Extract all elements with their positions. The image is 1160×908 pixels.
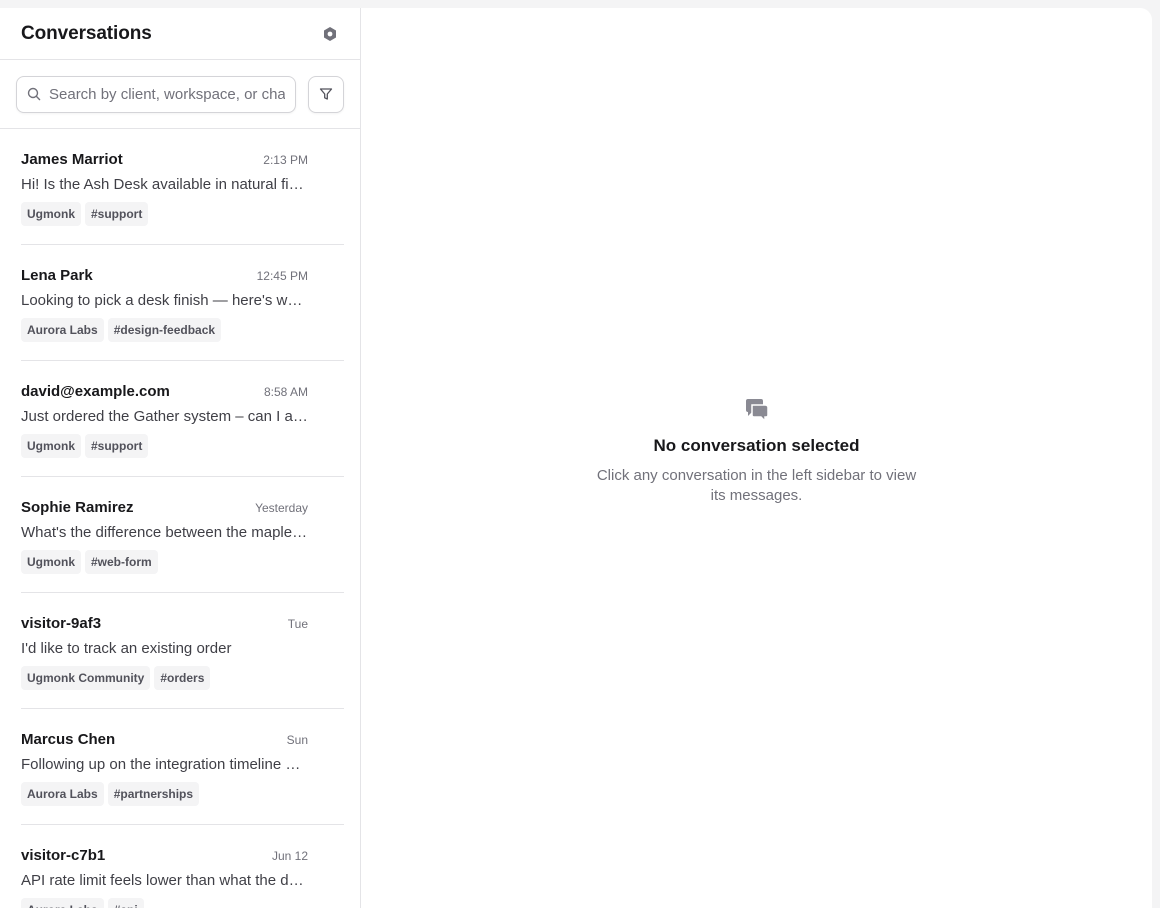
conversation-header: James Marriot 2:13 PM (21, 151, 344, 168)
conversation-time: 2:13 PM (263, 153, 308, 167)
sidebar: Conversations Search by client, workspac… (0, 8, 361, 908)
conversation-preview: API rate limit feels lower than what the… (21, 872, 308, 889)
empty-state-title: No conversation selected (653, 436, 860, 455)
channel-tag: #orders (154, 666, 211, 690)
chat-bubbles-icon (743, 398, 771, 424)
conversation-tags: Ugmonk #support (21, 202, 344, 226)
conversation-name: James Marriot (21, 151, 123, 168)
search-icon (27, 87, 41, 101)
filter-icon (319, 88, 333, 100)
channel-tag: #partnerships (107, 782, 200, 806)
workspace-tag: Ugmonk Community (21, 666, 151, 690)
conversation-header: visitor-9af3 Tue (21, 615, 344, 632)
channel-tag: #support (85, 434, 149, 458)
workspace-tag: Ugmonk (21, 202, 81, 226)
conversation-preview: I'd like to track an existing order (21, 640, 232, 657)
search-row (0, 60, 360, 129)
empty-state: No conversation selected Click any conve… (361, 398, 1152, 506)
channel-tag: #web-form (85, 550, 158, 574)
app-window: Conversations Search by client, workspac… (0, 8, 1152, 908)
sidebar-header: Conversations (0, 8, 360, 60)
conversation-name: Marcus Chen (21, 731, 116, 748)
channel-tag: #support (85, 202, 149, 226)
conversation-name: visitor-9af3 (21, 615, 102, 632)
conversation-header: Marcus Chen Sun (21, 731, 344, 748)
conversation-header: Sophie Ramirez Yesterday (21, 499, 344, 516)
workspace-tag: Ugmonk (21, 434, 81, 458)
conversation-item[interactable]: visitor-9af3 Tue I'd like to track an exis… (21, 593, 344, 709)
conversation-item[interactable]: Sophie Ramirez Yesterday What's the differ… (21, 477, 344, 593)
conversation-time: 8:58 AM (263, 385, 308, 399)
channel-tag: #design-feedback (107, 318, 222, 342)
conversation-preview: Following up on the integration timeline… (21, 756, 308, 773)
workspace-tag: Aurora Labs (21, 318, 104, 342)
conversation-tags: Ugmonk #support (21, 434, 344, 458)
conversation-header: Lena Park 12:45 PM (21, 267, 344, 284)
search-box[interactable] (16, 75, 296, 113)
sidebar-title: Conversations (21, 22, 152, 44)
conversation-preview: Looking to pick a desk finish — here's w… (21, 292, 308, 309)
conversation-preview: Just ordered the Gather system – can I a… (21, 408, 308, 425)
conversation-name: david@example.com (21, 383, 170, 400)
filter-button[interactable] (308, 75, 344, 113)
workspace-tag: Ugmonk (21, 550, 81, 574)
conversation-item[interactable]: Marcus Chen Sun Following up on the integr… (21, 709, 344, 825)
conversation-time: Yesterday (255, 501, 308, 515)
conversation-tags: Ugmonk #web-form (21, 550, 344, 574)
workspace-tag: Aurora Labs (21, 782, 104, 806)
conversation-item[interactable]: visitor-c7b1 Jun 12 API rate limit feels l… (21, 825, 344, 908)
conversation-tags: Aurora Labs #design-feedback (21, 318, 344, 342)
conversation-item[interactable]: James Marriot 2:13 PM Hi! Is the Ash Desk … (21, 129, 344, 245)
conversation-list: James Marriot 2:13 PM Hi! Is the Ash Desk … (0, 129, 360, 908)
search-input[interactable] (49, 85, 285, 103)
conversation-name: Sophie Ramirez (21, 499, 134, 516)
conversation-name: Lena Park (21, 267, 93, 284)
gear-icon[interactable] (320, 24, 340, 44)
conversation-item[interactable]: david@example.com 8:58 AM Just ordered the… (21, 361, 344, 477)
conversation-item[interactable]: Lena Park 12:45 PM Looking to pick a desk … (21, 245, 344, 361)
conversation-header: david@example.com 8:58 AM (21, 383, 344, 400)
conversation-header: visitor-c7b1 Jun 12 (21, 847, 344, 864)
conversation-tags: Aurora Labs #partnerships (21, 782, 344, 806)
conversation-time: 12:45 PM (256, 269, 308, 283)
conversation-preview: What's the difference between the maple … (21, 524, 308, 541)
conversation-tags: Ugmonk Community #orders (21, 666, 344, 690)
conversation-time: Tue (287, 617, 308, 631)
main-panel: No conversation selected Click any conve… (361, 8, 1152, 908)
conversation-preview: Hi! Is the Ash Desk available in natural… (21, 176, 308, 193)
conversation-time: Jun 12 (271, 849, 308, 863)
empty-state-description: Click any conversation in the left sideb… (596, 467, 917, 504)
conversation-time: Sun (286, 733, 308, 747)
conversation-name: visitor-c7b1 (21, 847, 106, 864)
